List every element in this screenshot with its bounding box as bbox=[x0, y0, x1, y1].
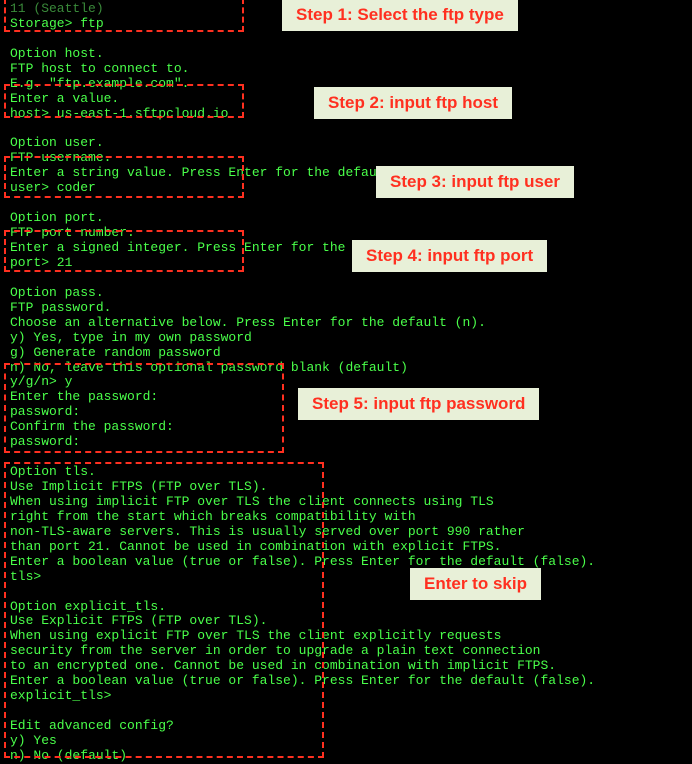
terminal-line: port> 21 bbox=[10, 256, 682, 271]
terminal-line: FTP username. bbox=[10, 151, 682, 166]
terminal-line: FTP password. bbox=[10, 301, 682, 316]
terminal-line: Choose an alternative below. Press Enter… bbox=[10, 316, 682, 331]
terminal-line: y) Yes, type in my own password bbox=[10, 331, 682, 346]
terminal-line: Use Explicit FTPS (FTP over TLS). bbox=[10, 614, 682, 629]
terminal-line: Option pass. bbox=[10, 286, 682, 301]
terminal-line bbox=[10, 32, 682, 47]
terminal-line: g) Generate random password bbox=[10, 346, 682, 361]
terminal-line: user> coder bbox=[10, 181, 682, 196]
annotation-label-step1: Step 1: Select the ftp type bbox=[282, 0, 518, 31]
terminal-line bbox=[10, 585, 682, 600]
terminal-line: security from the server in order to upg… bbox=[10, 644, 682, 659]
terminal-line bbox=[10, 450, 682, 465]
terminal-line: y) Yes bbox=[10, 734, 682, 749]
terminal-line: right from the start which breaks compat… bbox=[10, 510, 682, 525]
terminal-line bbox=[10, 196, 682, 211]
terminal-line: FTP host to connect to. bbox=[10, 62, 682, 77]
terminal-line: tls> bbox=[10, 570, 682, 585]
terminal-line: explicit_tls> bbox=[10, 689, 682, 704]
terminal-line: When using explicit FTP over TLS the cli… bbox=[10, 629, 682, 644]
terminal-line: Option port. bbox=[10, 211, 682, 226]
terminal-line bbox=[10, 704, 682, 719]
annotation-label-step4: Step 4: input ftp port bbox=[352, 240, 547, 272]
terminal-line: Enter a signed integer. Press Enter for … bbox=[10, 241, 682, 256]
terminal-line: Edit advanced config? bbox=[10, 719, 682, 734]
terminal-line: When using implicit FTP over TLS the cli… bbox=[10, 495, 682, 510]
terminal-line: than port 21. Cannot be used in combinat… bbox=[10, 540, 682, 555]
terminal-line: Enter a boolean value (true or false). P… bbox=[10, 674, 682, 689]
terminal-line: Option host. bbox=[10, 47, 682, 62]
terminal-line: non-TLS-aware servers. This is usually s… bbox=[10, 525, 682, 540]
terminal-line: n) No, leave this optional password blan… bbox=[10, 361, 682, 376]
terminal-line: FTP port number. bbox=[10, 226, 682, 241]
terminal-line: Option tls. bbox=[10, 465, 682, 480]
terminal-line: Use Implicit FTPS (FTP over TLS). bbox=[10, 480, 682, 495]
terminal-line: password: bbox=[10, 435, 682, 450]
terminal-line bbox=[10, 122, 682, 137]
terminal-line: Enter a boolean value (true or false). P… bbox=[10, 555, 682, 570]
terminal-line: Option user. bbox=[10, 136, 682, 151]
terminal-line: to an encrypted one. Cannot be used in c… bbox=[10, 659, 682, 674]
terminal-line: n) No (default) bbox=[10, 749, 682, 764]
annotation-label-step5: Step 5: input ftp password bbox=[298, 388, 539, 420]
terminal-line: Enter a string value. Press Enter for th… bbox=[10, 166, 682, 181]
terminal-line: Confirm the password: bbox=[10, 420, 682, 435]
annotation-label-step2: Step 2: input ftp host bbox=[314, 87, 512, 119]
annotation-label-step3: Step 3: input ftp user bbox=[376, 166, 574, 198]
annotation-label-enter-skip: Enter to skip bbox=[410, 568, 541, 600]
terminal-line: Option explicit_tls. bbox=[10, 600, 682, 615]
terminal-line bbox=[10, 271, 682, 286]
